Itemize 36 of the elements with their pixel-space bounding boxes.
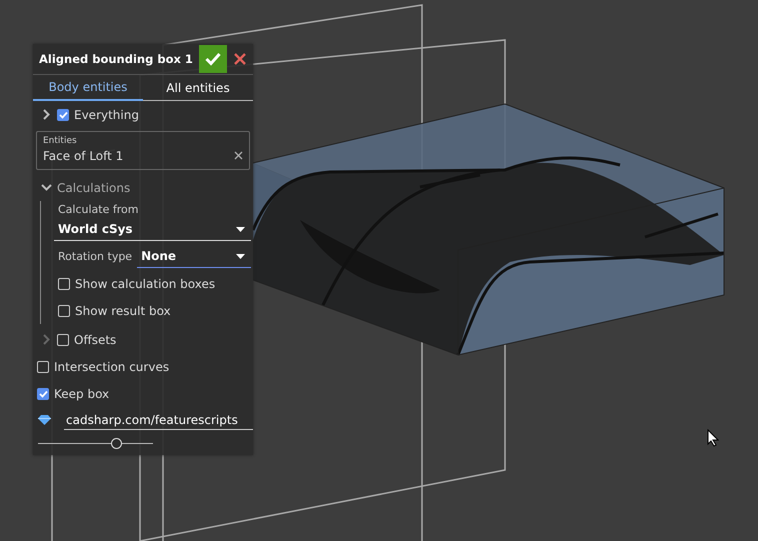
chevron-down-icon[interactable] — [41, 184, 52, 191]
dropdown-arrow-icon — [236, 254, 245, 258]
mouse-cursor-icon — [707, 429, 719, 447]
dropdown-label: Rotation type — [58, 250, 132, 263]
dropdown-value: None — [141, 249, 176, 263]
tab[interactable]: Body entities — [33, 75, 143, 101]
checkbox[interactable] — [37, 388, 49, 400]
diamond-icon — [38, 415, 51, 425]
dropdown-label: Calculate from — [58, 203, 140, 218]
checkbox-label: Keep box — [54, 386, 110, 400]
selected-entity: Face of Loft 1 — [43, 149, 124, 163]
checkbox-label: Show calculation boxes — [75, 276, 216, 290]
checkbox[interactable] — [37, 360, 49, 372]
checkbox[interactable] — [57, 108, 69, 120]
checkbox-label: Offsets — [74, 332, 116, 346]
dropdown[interactable]: World cSys — [54, 218, 251, 241]
dropdown-arrow-icon — [236, 226, 245, 232]
dialog-title: Aligned bounding box 1 — [38, 52, 194, 66]
checkmark-icon — [205, 52, 221, 66]
close-icon — [234, 53, 246, 65]
chevron-right-icon[interactable] — [43, 109, 50, 120]
checkbox[interactable] — [58, 278, 70, 290]
checkbox-label: Show result box — [75, 304, 171, 318]
confirm-button[interactable] — [199, 45, 227, 73]
dropdown[interactable]: None — [137, 245, 251, 268]
clear-icon[interactable] — [234, 151, 243, 160]
section-header[interactable]: Calculations — [57, 180, 130, 194]
checkbox[interactable] — [58, 304, 70, 316]
checkbox-label: Everything — [74, 108, 139, 122]
checkbox-label: Intersection curves — [54, 360, 170, 374]
link-field[interactable]: cadsharp.com/featurescripts — [64, 410, 253, 430]
tab[interactable]: All entities — [143, 75, 253, 101]
entities-field[interactable]: Entities Face of Loft 1 — [36, 131, 250, 170]
field-label: Entities — [43, 136, 78, 146]
dropdown-value: World cSys — [58, 222, 133, 236]
checkbox[interactable] — [57, 334, 69, 346]
